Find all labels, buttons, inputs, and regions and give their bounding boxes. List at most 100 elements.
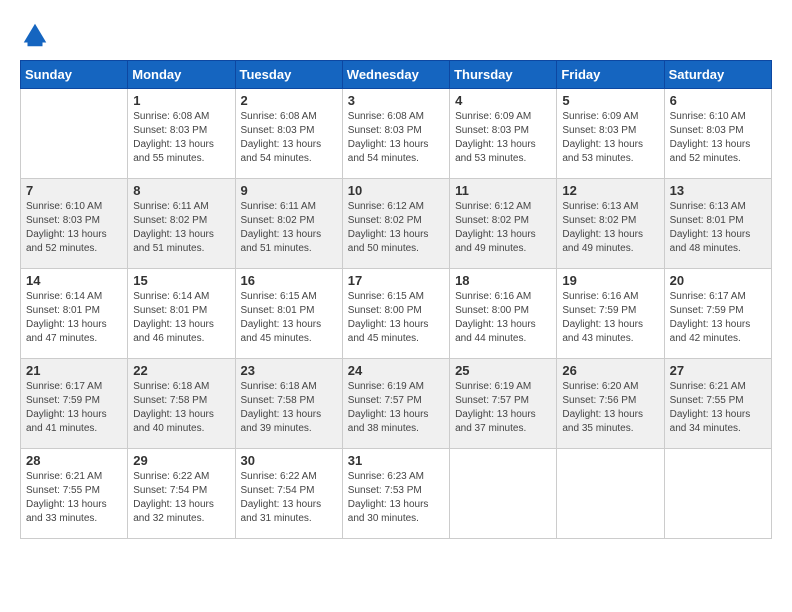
calendar-cell: 7 Sunrise: 6:10 AM Sunset: 8:03 PM Daylig… [21, 179, 128, 269]
calendar-cell: 31Sunrise: 6:23 AM Sunset: 7:53 PM Dayli… [342, 449, 449, 539]
calendar-cell [21, 89, 128, 179]
calendar-cell: 3Sunrise: 6:08 AM Sunset: 8:03 PM Daylig… [342, 89, 449, 179]
calendar-cell: 16 Sunrise: 6:15 AM Sunset: 8:01 PM Dayli… [235, 269, 342, 359]
day-header-thursday: Thursday [450, 61, 557, 89]
day-number: 31 [348, 453, 444, 468]
day-info: Sunrise: 6:08 AM Sunset: 8:03 PM Dayligh… [348, 110, 444, 166]
day-number: 30 [241, 453, 337, 468]
day-info: Sunrise: 6:15 AM Sunset: 8:00 PM Dayligh… [348, 290, 444, 346]
day-info: Sunrise: 6:21 AM Sunset: 7:55 PM Dayligh… [26, 470, 122, 526]
day-info: Sunrise: 6:09 AM Sunset: 8:03 PM Dayligh… [455, 110, 551, 166]
day-info: Sunrise: 6:17 AM Sunset: 7:59 PM Dayligh… [26, 380, 122, 436]
calendar-cell: 14Sunrise: 6:14 AM Sunset: 8:01 PM Dayli… [21, 269, 128, 359]
day-info: Sunrise: 6:20 AM Sunset: 7:56 PM Dayligh… [562, 380, 658, 436]
page-header [20, 20, 772, 50]
day-number: 26 [562, 363, 658, 378]
calendar-cell: 11 Sunrise: 6:12 AM Sunset: 8:02 PM Dayli… [450, 179, 557, 269]
calendar-cell: 1 Sunrise: 6:08 AM Sunset: 8:03 PM Daylig… [128, 89, 235, 179]
week-row-4: 21 Sunrise: 6:17 AM Sunset: 7:59 PM Dayli… [21, 359, 772, 449]
calendar-cell: 25 Sunrise: 6:19 AM Sunset: 7:57 PM Dayli… [450, 359, 557, 449]
calendar-cell: 9 Sunrise: 6:11 AM Sunset: 8:02 PM Daylig… [235, 179, 342, 269]
calendar-cell: 17 Sunrise: 6:15 AM Sunset: 8:00 PM Dayli… [342, 269, 449, 359]
calendar-cell: 27 Sunrise: 6:21 AM Sunset: 7:55 PM Dayli… [664, 359, 771, 449]
day-number: 9 [241, 183, 337, 198]
calendar-cell: 4 Sunrise: 6:09 AM Sunset: 8:03 PM Daylig… [450, 89, 557, 179]
day-info: Sunrise: 6:14 AM Sunset: 8:01 PM Dayligh… [133, 290, 229, 346]
day-number: 17 [348, 273, 444, 288]
day-info: Sunrise: 6:19 AM Sunset: 7:57 PM Dayligh… [455, 380, 551, 436]
logo [20, 20, 54, 50]
calendar-cell: 29 Sunrise: 6:22 AM Sunset: 7:54 PM Dayli… [128, 449, 235, 539]
day-number: 19 [562, 273, 658, 288]
calendar-cell: 10 Sunrise: 6:12 AM Sunset: 8:02 PM Dayli… [342, 179, 449, 269]
day-number: 4 [455, 93, 551, 108]
day-header-monday: Monday [128, 61, 235, 89]
calendar-cell: 13Sunrise: 6:13 AM Sunset: 8:01 PM Dayli… [664, 179, 771, 269]
day-info: Sunrise: 6:11 AM Sunset: 8:02 PM Dayligh… [133, 200, 229, 256]
calendar-cell: 18 Sunrise: 6:16 AM Sunset: 8:00 PM Dayli… [450, 269, 557, 359]
day-info: Sunrise: 6:16 AM Sunset: 8:00 PM Dayligh… [455, 290, 551, 346]
calendar-cell: 5 Sunrise: 6:09 AM Sunset: 8:03 PM Daylig… [557, 89, 664, 179]
day-number: 1 [133, 93, 229, 108]
day-number: 18 [455, 273, 551, 288]
day-number: 7 [26, 183, 122, 198]
week-row-1: 1 Sunrise: 6:08 AM Sunset: 8:03 PM Daylig… [21, 89, 772, 179]
calendar-cell: 20 Sunrise: 6:17 AM Sunset: 7:59 PM Dayli… [664, 269, 771, 359]
day-number: 29 [133, 453, 229, 468]
day-number: 11 [455, 183, 551, 198]
day-number: 6 [670, 93, 766, 108]
day-info: Sunrise: 6:08 AM Sunset: 8:03 PM Dayligh… [133, 110, 229, 166]
day-info: Sunrise: 6:12 AM Sunset: 8:02 PM Dayligh… [455, 200, 551, 256]
day-number: 21 [26, 363, 122, 378]
day-info: Sunrise: 6:21 AM Sunset: 7:55 PM Dayligh… [670, 380, 766, 436]
calendar-cell: 26 Sunrise: 6:20 AM Sunset: 7:56 PM Dayli… [557, 359, 664, 449]
day-number: 25 [455, 363, 551, 378]
day-info: Sunrise: 6:18 AM Sunset: 7:58 PM Dayligh… [241, 380, 337, 436]
day-info: Sunrise: 6:15 AM Sunset: 8:01 PM Dayligh… [241, 290, 337, 346]
day-info: Sunrise: 6:19 AM Sunset: 7:57 PM Dayligh… [348, 380, 444, 436]
calendar-cell: 30 Sunrise: 6:22 AM Sunset: 7:54 PM Dayli… [235, 449, 342, 539]
calendar-cell: 21 Sunrise: 6:17 AM Sunset: 7:59 PM Dayli… [21, 359, 128, 449]
day-info: Sunrise: 6:08 AM Sunset: 8:03 PM Dayligh… [241, 110, 337, 166]
day-info: Sunrise: 6:14 AM Sunset: 8:01 PM Dayligh… [26, 290, 122, 346]
day-header-saturday: Saturday [664, 61, 771, 89]
day-info: Sunrise: 6:17 AM Sunset: 7:59 PM Dayligh… [670, 290, 766, 346]
day-info: Sunrise: 6:10 AM Sunset: 8:03 PM Dayligh… [670, 110, 766, 166]
day-number: 15 [133, 273, 229, 288]
calendar-cell: 12Sunrise: 6:13 AM Sunset: 8:02 PM Dayli… [557, 179, 664, 269]
week-row-2: 7 Sunrise: 6:10 AM Sunset: 8:03 PM Daylig… [21, 179, 772, 269]
calendar-cell [557, 449, 664, 539]
day-number: 5 [562, 93, 658, 108]
calendar-cell: 15 Sunrise: 6:14 AM Sunset: 8:01 PM Dayli… [128, 269, 235, 359]
day-number: 13 [670, 183, 766, 198]
day-info: Sunrise: 6:11 AM Sunset: 8:02 PM Dayligh… [241, 200, 337, 256]
day-info: Sunrise: 6:16 AM Sunset: 7:59 PM Dayligh… [562, 290, 658, 346]
day-info: Sunrise: 6:22 AM Sunset: 7:54 PM Dayligh… [133, 470, 229, 526]
logo-icon [20, 20, 50, 50]
day-header-tuesday: Tuesday [235, 61, 342, 89]
day-number: 23 [241, 363, 337, 378]
day-number: 22 [133, 363, 229, 378]
calendar-cell: 22 Sunrise: 6:18 AM Sunset: 7:58 PM Dayli… [128, 359, 235, 449]
day-info: Sunrise: 6:12 AM Sunset: 8:02 PM Dayligh… [348, 200, 444, 256]
day-info: Sunrise: 6:18 AM Sunset: 7:58 PM Dayligh… [133, 380, 229, 436]
day-info: Sunrise: 6:22 AM Sunset: 7:54 PM Dayligh… [241, 470, 337, 526]
calendar-cell: 23 Sunrise: 6:18 AM Sunset: 7:58 PM Dayli… [235, 359, 342, 449]
calendar-cell [664, 449, 771, 539]
calendar-cell: 19 Sunrise: 6:16 AM Sunset: 7:59 PM Dayli… [557, 269, 664, 359]
day-info: Sunrise: 6:09 AM Sunset: 8:03 PM Dayligh… [562, 110, 658, 166]
calendar-cell: 28Sunrise: 6:21 AM Sunset: 7:55 PM Dayli… [21, 449, 128, 539]
day-number: 16 [241, 273, 337, 288]
calendar-cell: 2 Sunrise: 6:08 AM Sunset: 8:03 PM Daylig… [235, 89, 342, 179]
day-number: 20 [670, 273, 766, 288]
day-number: 2 [241, 93, 337, 108]
day-number: 12 [562, 183, 658, 198]
day-number: 27 [670, 363, 766, 378]
day-header-friday: Friday [557, 61, 664, 89]
calendar-cell [450, 449, 557, 539]
day-number: 10 [348, 183, 444, 198]
day-header-wednesday: Wednesday [342, 61, 449, 89]
day-number: 8 [133, 183, 229, 198]
calendar-cell: 8 Sunrise: 6:11 AM Sunset: 8:02 PM Daylig… [128, 179, 235, 269]
day-info: Sunrise: 6:10 AM Sunset: 8:03 PM Dayligh… [26, 200, 122, 256]
